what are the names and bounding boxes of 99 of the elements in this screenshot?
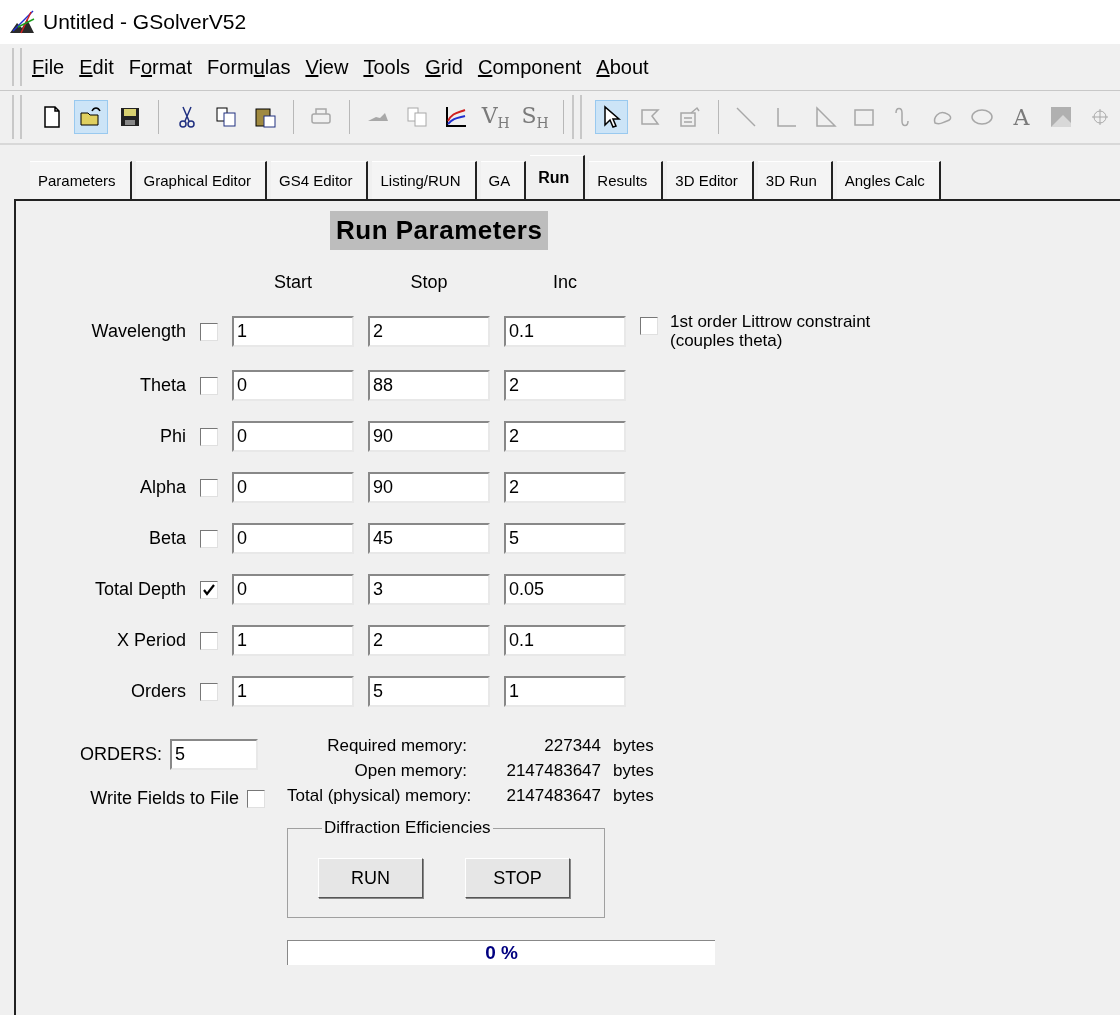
tab[interactable]: Listing/RUN [372, 161, 477, 199]
memory-value: 2147483647 [505, 785, 601, 808]
orders-field[interactable]: 5 [170, 739, 258, 771]
start-field[interactable]: 1 [232, 316, 354, 348]
tab[interactable]: Results [589, 161, 664, 199]
stop-field[interactable]: 2 [368, 316, 490, 348]
folder-icon [78, 105, 103, 129]
start-field[interactable]: 0 [232, 421, 354, 453]
memory-label: Open memory: [353, 760, 467, 783]
column-header: Start [274, 272, 312, 293]
checkbox-label: (couples theta) [670, 331, 784, 351]
copy-icon [213, 105, 238, 129]
orders-label: ORDERS: [80, 744, 162, 766]
stop-field[interactable]: 2 [368, 625, 490, 657]
inc-field[interactable]: 0.05 [504, 574, 626, 606]
stop-field[interactable]: 90 [368, 421, 490, 453]
checkbox-label: Write Fields to File [90, 788, 239, 810]
toggle-button[interactable] [74, 100, 108, 134]
inc-field[interactable]: 1 [504, 676, 626, 708]
unit-label: bytes [613, 785, 655, 808]
start-field[interactable]: 0 [232, 574, 354, 606]
toolbar-grip[interactable] [12, 95, 22, 139]
parameter-label: Beta [147, 528, 186, 550]
checkbox[interactable] [200, 478, 218, 497]
menu-item[interactable]: View [305, 55, 349, 79]
stop-field[interactable]: 88 [368, 370, 490, 402]
menu-item[interactable]: Tools [363, 55, 411, 79]
start-field[interactable]: 0 [232, 472, 354, 504]
tab[interactable]: Parameters [30, 161, 132, 199]
tab[interactable]: 3D Run [757, 161, 833, 199]
start-field[interactable]: 0 [232, 370, 354, 402]
section-heading: Run Parameters [330, 211, 549, 250]
stop-field[interactable]: 45 [368, 523, 490, 555]
inc-field[interactable]: 0.1 [504, 316, 626, 348]
inc-field[interactable]: 2 [504, 421, 626, 453]
tab[interactable]: GS4 Editor [271, 161, 369, 199]
tab[interactable]: Run [530, 155, 586, 199]
checkbox[interactable] [200, 580, 218, 599]
pattern-fill-icon [1048, 105, 1073, 129]
memory-value: 227344 [543, 735, 601, 758]
inc-field[interactable]: 5 [504, 523, 626, 555]
progress-reading: 0 % [484, 941, 519, 966]
stop-field[interactable]: 5 [368, 676, 490, 708]
inc-field[interactable]: 2 [504, 370, 626, 402]
checkbox[interactable] [247, 789, 265, 808]
menu-item[interactable]: Formulas [207, 55, 291, 79]
menu-item[interactable]: Edit [79, 55, 114, 79]
area-chart-icon [367, 113, 388, 121]
unit-label: bytes [613, 760, 655, 783]
toggle-button[interactable] [594, 100, 628, 134]
check-icon [202, 582, 216, 597]
checkbox[interactable] [200, 631, 218, 650]
parameter-label: Wavelength [90, 321, 186, 343]
menu-item[interactable]: About [596, 55, 649, 79]
menu-grip[interactable] [12, 48, 22, 86]
menu-item[interactable]: Grid [425, 55, 463, 79]
menu-item[interactable]: File [32, 55, 65, 79]
copy-icon [405, 105, 430, 129]
properties-icon [677, 105, 702, 129]
start-field[interactable]: 1 [232, 676, 354, 708]
parameter-label: Phi [159, 426, 186, 448]
inc-field[interactable]: 2 [504, 472, 626, 504]
stop-field[interactable]: 3 [368, 574, 490, 606]
stop-button[interactable]: STOP [465, 858, 570, 899]
checkbox-label: 1st order Littrow constraint [670, 313, 871, 332]
start-field[interactable]: 0 [232, 523, 354, 555]
checkbox[interactable] [200, 376, 218, 395]
memory-label: Required memory: [326, 735, 467, 758]
toolbar-grip[interactable] [571, 95, 582, 139]
tab[interactable]: Angles Calc [836, 161, 941, 199]
line-chart-icon [444, 105, 469, 129]
start-field[interactable]: 1 [232, 625, 354, 657]
parameter-label: Alpha [138, 477, 186, 499]
parameter-label: X Period [115, 630, 186, 652]
column-header: Stop [410, 272, 448, 293]
checkbox[interactable] [200, 322, 218, 341]
tool-label: A [1013, 104, 1030, 130]
run-button[interactable]: RUN [318, 858, 423, 899]
checkbox[interactable] [200, 529, 218, 548]
app-icon [9, 9, 35, 35]
unit-label: bytes [613, 735, 655, 758]
parameter-label: Total Depth [93, 579, 186, 601]
paste-icon [253, 105, 278, 129]
menu-item[interactable]: Component [477, 55, 582, 79]
parameter-label: Orders [130, 681, 186, 703]
group-title: Diffraction Efficiencies [323, 818, 492, 839]
tab[interactable]: GA [480, 161, 527, 199]
memory-value: 2147483647 [505, 760, 601, 783]
tab[interactable]: Graphical Editor [135, 161, 268, 199]
window-title: Untitled - GSolverV52 [43, 10, 247, 34]
column-header: Inc [553, 272, 577, 293]
checkbox[interactable] [640, 317, 658, 335]
tab[interactable]: 3D Editor [667, 161, 754, 199]
checkbox[interactable] [200, 427, 218, 446]
stop-field[interactable]: 90 [368, 472, 490, 504]
inc-field[interactable]: 0.1 [504, 625, 626, 657]
menu-item[interactable]: Format [128, 55, 193, 79]
parameter-label: Theta [138, 375, 186, 397]
checkbox[interactable] [200, 682, 218, 701]
